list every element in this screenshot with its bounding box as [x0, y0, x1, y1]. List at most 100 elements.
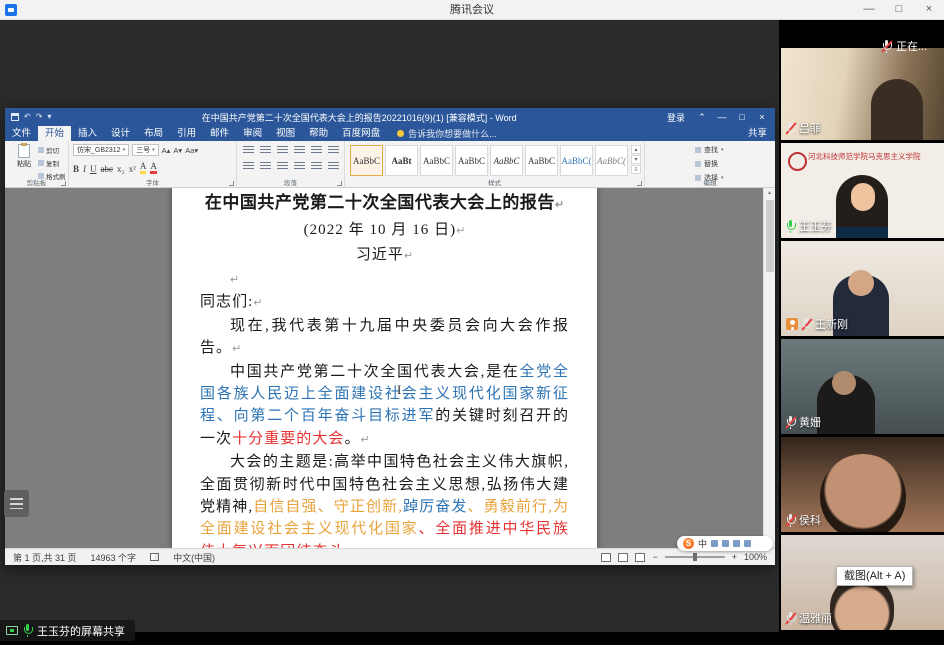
align-left-icon[interactable] — [243, 162, 254, 171]
word-close-button[interactable]: × — [753, 112, 771, 122]
ime-language-label[interactable]: 中 — [698, 537, 707, 550]
ime-keyboard-icon[interactable] — [733, 540, 740, 547]
screen-share-banner[interactable]: 王玉芬的屏幕共享 — [0, 620, 135, 641]
participant-tile-王新刚[interactable]: 王新刚 — [781, 241, 944, 336]
minimize-button[interactable]: — — [854, 0, 884, 20]
font-color-button[interactable]: A — [150, 161, 157, 174]
tab-插入[interactable]: 插入 — [71, 126, 104, 141]
ime-toolbar[interactable]: S 中 — [677, 536, 773, 551]
vertical-scrollbar[interactable]: ▴ ▾ — [763, 188, 775, 548]
participant-tile-侯科[interactable]: 侯科 — [781, 437, 944, 532]
find-button[interactable]: 查找▾ — [695, 145, 724, 155]
zoom-level[interactable]: 100% — [744, 552, 767, 562]
undo-icon[interactable]: ↶ — [24, 113, 31, 121]
tab-百度网盘[interactable]: 百度网盘 — [335, 126, 387, 141]
ime-pen-icon[interactable] — [711, 540, 718, 547]
cut-button[interactable]: 剪切 — [38, 145, 66, 155]
line-spacing-icon[interactable] — [311, 162, 322, 171]
align-right-icon[interactable] — [277, 162, 288, 171]
read-mode-icon[interactable] — [601, 553, 611, 562]
ime-settings-icon[interactable] — [744, 540, 751, 547]
style-preview[interactable]: AaBt — [385, 145, 418, 176]
scroll-up-icon[interactable]: ▴ — [764, 188, 775, 198]
participant-tile-王玉芬[interactable]: 河北科技师范学院马克思主义学院王玉芬 — [781, 143, 944, 238]
styles-dialog-launcher[interactable] — [637, 181, 642, 186]
print-layout-icon[interactable] — [618, 553, 628, 562]
spellcheck-icon[interactable] — [150, 553, 159, 561]
zoom-slider[interactable] — [665, 556, 725, 558]
multilevel-list-icon[interactable] — [277, 146, 288, 155]
copy-button[interactable]: 复制 — [38, 158, 66, 168]
participant-tile-黄姗[interactable]: 黄姗 — [781, 339, 944, 434]
ime-mic-icon[interactable] — [722, 540, 729, 547]
font-size-select[interactable]: 三号▾ — [132, 144, 159, 156]
strikethrough-button[interactable]: abc — [101, 164, 114, 174]
page-indicator[interactable]: 第 1 页,共 31 页 — [13, 551, 77, 564]
document-page[interactable]: 在中国共产党第二十次全国代表大会上的报告↵(2022 年 10 月 16 日)↵… — [172, 188, 597, 548]
justify-icon[interactable] — [294, 162, 305, 171]
ime-logo-icon[interactable]: S — [683, 538, 694, 549]
language-indicator[interactable]: 中文(中国) — [173, 551, 215, 564]
shading-icon[interactable] — [328, 162, 339, 171]
style-preview[interactable]: AaBbC( — [595, 145, 628, 176]
grow-font-button[interactable]: A▴ — [162, 146, 171, 155]
style-preview[interactable]: AaBbC — [420, 145, 453, 176]
highlight-color-button[interactable]: A — [140, 161, 147, 174]
font-name-select[interactable]: 仿宋_GB2312▾ — [73, 144, 129, 156]
tab-视图[interactable]: 视图 — [269, 126, 302, 141]
redo-icon[interactable]: ↷ — [36, 113, 43, 121]
login-button[interactable]: 登录 — [667, 111, 685, 124]
styles-expand-icon[interactable]: ≡ — [631, 165, 641, 174]
tab-布局[interactable]: 布局 — [137, 126, 170, 141]
underline-button[interactable]: U — [90, 164, 97, 174]
style-preview[interactable]: AaBbC — [455, 145, 488, 176]
increase-indent-icon[interactable] — [311, 146, 322, 155]
maximize-button[interactable]: □ — [884, 0, 914, 20]
word-maximize-button[interactable]: □ — [733, 112, 751, 122]
tab-帮助[interactable]: 帮助 — [302, 126, 335, 141]
shrink-font-button[interactable]: A▾ — [173, 146, 182, 155]
font-dialog-launcher[interactable] — [229, 181, 234, 186]
style-preview[interactable]: AaBbC — [350, 145, 383, 176]
tab-开始[interactable]: 开始 — [38, 126, 71, 141]
zoom-slider-thumb[interactable] — [693, 553, 697, 561]
word-minimize-button[interactable]: — — [713, 112, 731, 122]
italic-button[interactable]: I — [83, 164, 86, 174]
tab-引用[interactable]: 引用 — [170, 126, 203, 141]
tab-设计[interactable]: 设计 — [104, 126, 137, 141]
paragraph-dialog-launcher[interactable] — [337, 181, 342, 186]
tab-邮件[interactable]: 邮件 — [203, 126, 236, 141]
replace-button[interactable]: 替换 — [695, 159, 724, 169]
zoom-in-icon[interactable]: + — [732, 552, 737, 562]
bold-button[interactable]: B — [73, 164, 79, 174]
tab-文件[interactable]: 文件 — [5, 126, 38, 141]
clipboard-dialog-launcher[interactable] — [61, 181, 66, 186]
scrollbar-thumb[interactable] — [766, 200, 774, 272]
close-button[interactable]: × — [914, 0, 944, 20]
superscript-button[interactable]: x² — [129, 164, 136, 174]
tab-审阅[interactable]: 审阅 — [236, 126, 269, 141]
sidebar-toggle-button[interactable] — [4, 490, 29, 517]
document-area[interactable]: 在中国共产党第二十次全国代表大会上的报告↵(2022 年 10 月 16 日)↵… — [5, 188, 775, 548]
subscript-button[interactable]: x₂ — [117, 164, 125, 174]
word-count[interactable]: 14963 个字 — [91, 551, 137, 564]
change-case-button[interactable]: Aa▾ — [185, 146, 198, 155]
style-preview[interactable]: AaBbC( — [560, 145, 593, 176]
web-layout-icon[interactable] — [635, 553, 645, 562]
numbering-icon[interactable] — [260, 146, 271, 155]
ribbon-display-icon[interactable]: ⌃ — [693, 112, 711, 123]
style-preview[interactable]: AaBbC — [490, 145, 523, 176]
style-preview[interactable]: AaBbC — [525, 145, 558, 176]
share-button[interactable]: 共享 — [748, 126, 767, 141]
styles-scroll-down-icon[interactable]: ▾ — [631, 155, 641, 164]
bullets-icon[interactable] — [243, 146, 254, 155]
paste-button[interactable]: 粘贴 — [12, 144, 36, 169]
tell-me-box[interactable]: 告诉我你想要做什么... — [397, 126, 497, 141]
zoom-out-icon[interactable]: − — [652, 552, 657, 562]
decrease-indent-icon[interactable] — [294, 146, 305, 155]
align-center-icon[interactable] — [260, 162, 271, 171]
styles-scroll-up-icon[interactable]: ▴ — [631, 145, 641, 154]
save-icon[interactable] — [11, 113, 19, 121]
participant-tile-吕菲[interactable]: 吕菲 — [781, 48, 944, 140]
sort-icon[interactable] — [328, 146, 339, 155]
